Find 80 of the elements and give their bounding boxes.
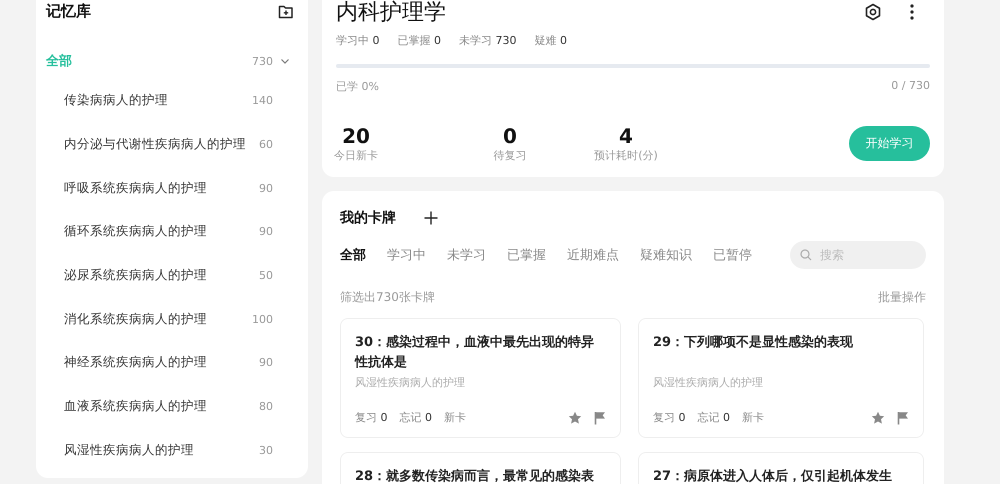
- card-title: 28：就多数传染病而言，最常见的感染表: [355, 468, 596, 484]
- filter-tab[interactable]: 已掌握: [507, 246, 546, 264]
- tree-item[interactable]: 传染病病人的护理 140: [46, 79, 294, 123]
- flashcard[interactable]: 30：感染过程中，血液中最先出现的特异性抗体是 风湿性疾病病人的护理 复习 0 忘记 0 新卡: [340, 318, 621, 438]
- item-count: 100: [252, 312, 273, 326]
- summary-label: 预计耗时(分): [594, 148, 658, 163]
- item-count: 90: [259, 182, 273, 195]
- stat-text: 疑难 0: [534, 33, 567, 48]
- card-title: 27：病原体进入人体后，仅引起机体发生: [653, 468, 894, 484]
- tree-item[interactable]: 泌尿系统疾病病人的护理 50: [46, 254, 294, 298]
- settings-icon: [864, 3, 882, 21]
- card-title: 29：下列哪项不是显性感染的表现: [653, 334, 854, 352]
- stat-text: 学习中 0: [336, 33, 380, 48]
- filter-tab[interactable]: 近期难点: [567, 246, 619, 264]
- tree-item-label: 全部: [46, 52, 73, 70]
- card-category: 风湿性疾病病人的护理: [355, 375, 466, 390]
- stat-text: 未学习 730: [459, 33, 516, 48]
- filter-tab[interactable]: 疑难知识: [640, 246, 692, 264]
- card-category: 风湿性疾病病人的护理: [653, 375, 764, 390]
- panel-title: 我的卡牌: [340, 209, 396, 227]
- tree-item[interactable]: 风湿性疾病病人的护理 30: [46, 428, 294, 472]
- stat-text: 已掌握 0: [398, 33, 441, 48]
- filter-tab[interactable]: 未学习: [447, 246, 486, 264]
- item-count: 90: [259, 356, 273, 370]
- tree-item[interactable]: 内分泌与代谢性疾病病人的护理 60: [46, 122, 294, 166]
- item-count: 30: [259, 444, 273, 457]
- flag-icon[interactable]: [594, 410, 606, 424]
- tree-item-label: 神经系统疾病病人的护理: [64, 354, 208, 372]
- card-status: 新卡: [742, 410, 764, 425]
- add-folder-button[interactable]: [278, 4, 294, 18]
- item-count: 90: [259, 225, 273, 238]
- item-count: 50: [259, 269, 273, 282]
- item-count: 140: [252, 94, 273, 108]
- tree-item-label: 传染病病人的护理: [64, 92, 169, 110]
- tree-item[interactable]: 神经系统疾病病人的护理 90: [46, 341, 294, 385]
- tree-item-label: 风湿性疾病病人的护理: [64, 442, 195, 459]
- tree-item-label: 呼吸系统疾病病人的护理: [64, 180, 208, 197]
- settings-button[interactable]: [864, 3, 882, 21]
- tree-item-label: 内分泌与代谢性疾病病人的护理: [64, 136, 247, 154]
- filter-tab[interactable]: 已暂停: [713, 246, 752, 264]
- folder-plus-icon: [278, 4, 294, 18]
- card-status: 新卡: [444, 410, 466, 425]
- tree-item[interactable]: 消化系统疾病病人的护理 100: [46, 297, 294, 342]
- tree-item-label: 消化系统疾病病人的护理: [64, 310, 208, 328]
- forget-count: 忘记 0: [400, 410, 432, 425]
- item-count: 730: [252, 54, 273, 68]
- star-icon[interactable]: [871, 410, 885, 424]
- tree-item[interactable]: 循环系统疾病病人的护理 90: [46, 210, 294, 254]
- review-count: 复习 0: [355, 410, 388, 425]
- summary-label: 今日新卡: [334, 148, 378, 163]
- progress-reading: 0 / 730: [891, 79, 930, 94]
- flashcard[interactable]: 28：就多数传染病而言，最常见的感染表: [340, 452, 621, 484]
- card-title: 30：感染过程中，血液中最先出现的特异性抗体是: [355, 334, 596, 372]
- review-count: 复习 0: [653, 410, 686, 425]
- summary-value: 20: [342, 124, 370, 148]
- deck-title: 内科护理学: [336, 0, 446, 27]
- more-button[interactable]: [910, 4, 914, 20]
- progress-label: 已学 0%: [336, 79, 379, 94]
- forget-count: 忘记 0: [698, 410, 730, 425]
- summary-value: 0: [503, 124, 517, 148]
- tree-item[interactable]: 呼吸系统疾病病人的护理 90: [46, 166, 294, 210]
- filter-tab[interactable]: 全部: [340, 246, 366, 264]
- tree-item-label: 血液系统疾病病人的护理: [64, 398, 208, 416]
- flashcard[interactable]: 29：下列哪项不是显性感染的表现 风湿性疾病病人的护理 复习 0 忘记 0 新卡: [638, 318, 924, 438]
- summary-label: 待复习: [494, 148, 526, 163]
- star-icon[interactable]: [568, 410, 582, 424]
- add-card-button[interactable]: [424, 211, 438, 225]
- filter-tab[interactable]: 学习中: [387, 246, 426, 264]
- search-icon: [800, 249, 812, 261]
- sidebar-title: 记忆库: [46, 2, 91, 20]
- item-count: 60: [259, 138, 273, 152]
- tree-item-label: 泌尿系统疾病病人的护理: [64, 267, 208, 284]
- flashcard[interactable]: 27：病原体进入人体后，仅引起机体发生: [638, 452, 924, 484]
- item-count: 80: [259, 400, 273, 414]
- summary-value: 4: [619, 124, 633, 148]
- plus-icon: [424, 211, 438, 225]
- flag-icon[interactable]: [897, 410, 909, 424]
- tree-item[interactable]: 血液系统疾病病人的护理 80: [46, 384, 294, 428]
- filter-count: 筛选出730张卡牌: [340, 289, 435, 306]
- tree-item-label: 循环系统疾病病人的护理: [64, 223, 208, 240]
